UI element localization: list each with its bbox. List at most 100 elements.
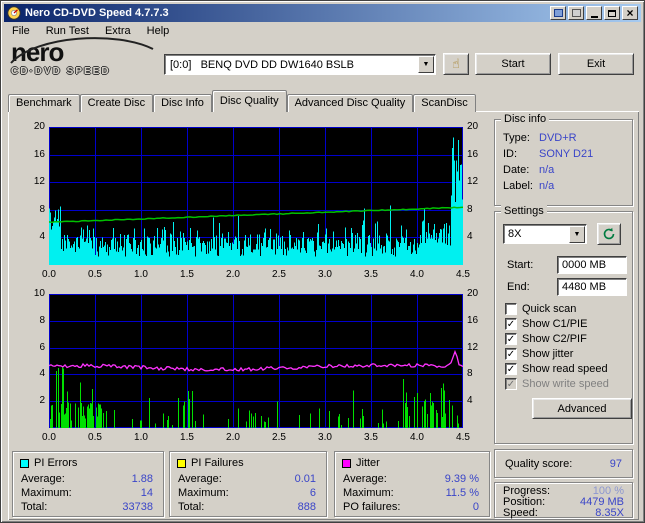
speed-select[interactable]: 8X ▼ [503,224,587,244]
stat-value: 888 [297,501,316,513]
jitter-title: Jitter [356,457,380,469]
y-axis-tick: 8 [467,203,473,215]
x-axis-tick: 0.5 [88,432,102,443]
window-title: Nero CD-DVD Speed 4.7.7.3 [25,7,169,19]
drive-action-button[interactable]: ☝ [443,53,469,75]
pi-failures-panel: PI Failures Average: 0.01 Maximum: 6 Total… [169,451,327,517]
y-axis-tick: 4 [467,395,473,407]
checkbox-icon[interactable]: ✓ [505,348,517,360]
stat-label: Maximum: [343,487,394,499]
y-axis-tick: 4 [39,231,45,243]
stat-label: Total: [21,501,48,513]
tab-disc-info[interactable]: Disc Info [153,94,212,112]
maximize-button[interactable] [604,6,620,20]
x-axis-tick: 2.5 [272,269,286,280]
disc-info-group: Disc info Type: DVD+R ID: SONY D21 Date: n/… [494,113,633,206]
menu-item-extra[interactable]: Extra [97,23,139,39]
checkbox-icon[interactable]: ✓ [505,333,517,345]
progress-group: Progress: 100 % Position: 4479 MB Speed: 8.… [494,482,633,519]
stat-value: 1.88 [131,473,153,485]
disc-quality-page: PI Errors Average: 1.88 Maximum: 14 Total:… [8,111,639,520]
drive-select-value: [0:0] BENQ DVD DD DW1640 BSLB [170,58,355,71]
drive-select[interactable]: [0:0] BENQ DVD DD DW1640 BSLB ▼ [164,54,436,75]
show-read-speed-checkbox[interactable]: ✓ Show read speed [505,362,608,376]
x-axis-tick: 4.5 [456,432,470,443]
x-axis-tick: 4.0 [410,269,424,280]
tab-disc-quality[interactable]: Disc Quality [211,90,287,112]
y-axis-tick: 6 [39,341,45,353]
stat-label: Average: [343,473,387,485]
checkbox-icon[interactable]: ✓ [505,363,517,375]
chevron-down-icon[interactable]: ▼ [418,56,434,73]
grid-icon [553,9,563,17]
advanced-button[interactable]: Advanced [532,398,632,419]
checkbox-label: Show write speed [522,378,609,390]
logo-wordmark: nero [11,37,64,67]
x-axis-tick: 1.0 [134,432,148,443]
stat-value: 0 [472,501,479,513]
checkbox-icon[interactable] [505,303,517,315]
maximize-icon [608,9,616,17]
stat-value: 11.5 % [445,487,479,499]
settings-group: Settings 8X ▼ Start: End: Quick scan ✓ Sh… [494,205,633,444]
pi-failures-title: PI Failures [191,457,244,469]
disc-info-label: Label: [503,180,533,192]
nero-logo: nero CD·DVD SPEED [10,37,161,89]
disc-info-value: DVD+R [539,132,577,144]
hand-icon: ☝ [452,56,460,71]
y-axis-tick: 20 [33,121,45,132]
stat-label: Maximum: [178,487,229,499]
checkbox-label: Show read speed [522,363,608,375]
end-mb-input[interactable] [557,278,627,296]
pi-errors-chart [49,127,463,265]
show-jitter-checkbox[interactable]: ✓ Show jitter [505,347,573,361]
titlebar-tool-button-1[interactable] [550,6,566,20]
tab-scandisc[interactable]: ScanDisc [413,94,476,112]
y-axis-tick: 12 [33,176,45,188]
checkbox-label: Show C1/PIE [522,318,588,330]
close-button[interactable]: × [622,6,638,20]
speed-value: 8.35X [595,507,624,519]
pi-errors-swatch [20,458,29,468]
show-write-speed-checkbox[interactable]: ✓ Show write speed [505,377,609,391]
chevron-down-icon[interactable]: ▼ [569,225,585,243]
disc-info-label: Type: [503,132,530,144]
tab-benchmark[interactable]: Benchmark [8,94,80,112]
stat-label: Average: [21,473,65,485]
stat-label: Average: [178,473,222,485]
x-axis-tick: 1.5 [180,269,194,280]
checkbox-icon[interactable]: ✓ [505,318,517,330]
disc-info-value: SONY D21 [539,148,594,160]
show-c1-pie-checkbox[interactable]: ✓ Show C1/PIE [505,317,587,331]
menu-item-help[interactable]: Help [139,23,178,39]
stat-value: 14 [140,487,153,499]
y-axis-tick: 12 [467,341,479,353]
checkbox-icon[interactable]: ✓ [505,378,517,390]
x-axis-tick: 2.0 [226,432,240,443]
quick-scan-checkbox[interactable]: Quick scan [505,302,576,316]
end-mb-label: End: [507,281,530,293]
exit-button[interactable]: Exit [558,53,634,75]
y-axis-tick: 10 [33,288,45,299]
y-axis-tick: 16 [467,314,479,326]
tab-create-disc[interactable]: Create Disc [79,94,154,112]
show-c2-pif-checkbox[interactable]: ✓ Show C2/PIF [505,332,587,346]
minimize-button[interactable] [586,6,602,20]
checkbox-label: Show jitter [522,348,574,360]
y-axis-tick: 8 [39,203,45,215]
tab-advanced-disc-quality[interactable]: Advanced Disc Quality [286,94,414,112]
pi-failures-jitter-chart [49,294,463,428]
y-axis-tick: 8 [39,314,45,326]
titlebar[interactable]: Nero CD-DVD Speed 4.7.7.3 × [4,4,641,22]
stat-label: Maximum: [21,487,72,499]
start-mb-input[interactable] [557,256,627,274]
disc-info-legend: Disc info [501,113,550,125]
quality-score-value: 97 [609,457,622,470]
x-axis-tick: 1.0 [134,269,148,280]
y-axis-tick: 4 [467,231,473,243]
checkbox-label: Quick scan [522,303,577,315]
refresh-button[interactable] [597,223,621,245]
start-button[interactable]: Start [475,53,551,75]
panel-icon [571,9,581,17]
titlebar-tool-button-2[interactable] [568,6,584,20]
